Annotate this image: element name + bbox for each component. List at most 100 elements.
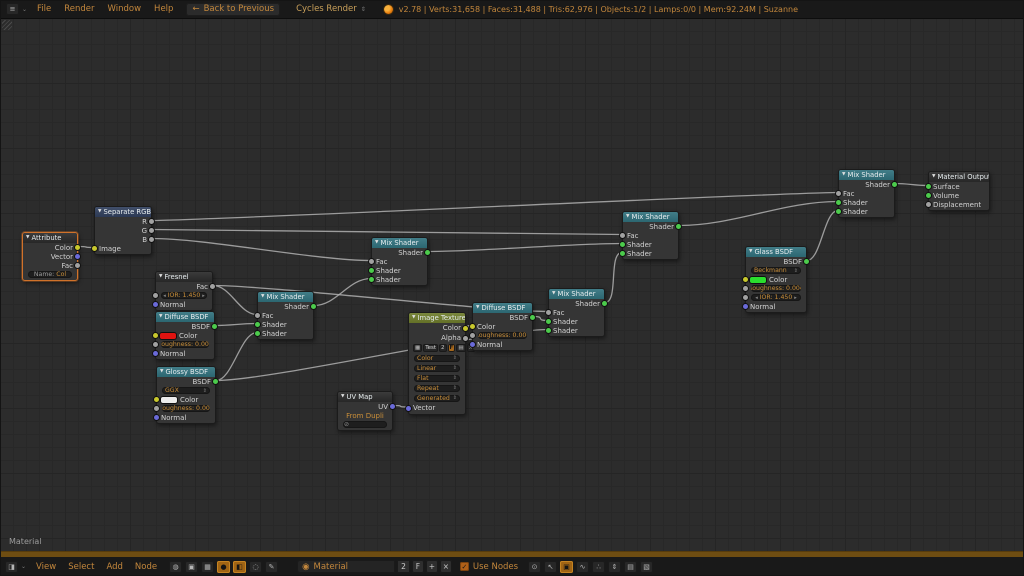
menu-file[interactable]: File [37,4,51,14]
slider-ior[interactable]: ◂IOR: 1.450▸ [751,294,801,301]
menu-select[interactable]: Select [68,562,94,572]
node-link[interactable] [215,324,257,326]
node-header[interactable]: ▼Attribute [23,233,77,243]
imagetex-alpha-socket[interactable] [463,336,468,341]
mixB-shader-socket[interactable] [425,250,430,255]
object-shader-icon[interactable]: ◧ [233,561,246,573]
uv-map-field[interactable]: ⊘ [343,421,387,428]
curve-overlay-icon[interactable]: ∿ [576,561,589,573]
glossy-normal-socket[interactable] [154,415,159,420]
mixB-shader-socket[interactable] [369,268,374,273]
collapse-icon[interactable]: ▼ [261,292,264,302]
fresnel-ior-socket[interactable] [153,293,158,298]
snap-icon[interactable]: ∴ [592,561,605,573]
fresnel-fac-socket[interactable] [210,284,215,289]
node-mixC[interactable]: ▼Mix ShaderShaderFacShaderShader [548,288,605,337]
glossy-color-socket[interactable] [154,397,159,402]
mixA-shader-socket[interactable] [255,322,260,327]
node-mixB[interactable]: ▼Mix ShaderShaderFacShaderShader [371,237,428,286]
copy-nodes-icon[interactable]: ▤ [624,561,637,573]
mixD-shader-socket[interactable] [676,224,681,229]
mixE-fac-socket[interactable] [836,191,841,196]
output-displacement-socket[interactable] [926,202,931,207]
editor-type-icon[interactable]: ≡ [6,3,19,15]
fake-user-button[interactable]: F [448,344,456,352]
slider-right-arrow-icon[interactable]: ▸ [792,295,799,301]
mixB-shader-socket[interactable] [369,277,374,282]
node-link[interactable] [807,211,838,261]
node-header[interactable]: ▼UV Map [338,392,392,402]
menu-view[interactable]: View [36,562,56,572]
dropdown-generated[interactable]: Generated⇕ [414,395,460,402]
mixA-fac-socket[interactable] [255,313,260,318]
glossy-roughness-socket[interactable] [154,406,159,411]
menu-help[interactable]: Help [154,4,173,14]
browse-image-icon[interactable]: ▤ [456,344,465,352]
dropdown-color[interactable]: Color⇕ [414,355,460,362]
node-link[interactable] [213,286,257,315]
image-name[interactable]: Test [423,344,438,352]
fake-user-button[interactable]: F [412,560,424,573]
glass-bsdf-socket[interactable] [804,259,809,264]
node-header[interactable]: ▼Diffuse BSDF [473,303,532,313]
render-engine-select[interactable]: Cycles Render ⇕ [296,4,366,14]
attribute-fac-socket[interactable] [75,263,80,268]
collapse-icon[interactable]: ▼ [375,238,378,248]
node-editor-canvas[interactable]: Material ▼AttributeColorVectorFacName:Co… [0,18,1024,551]
node-link[interactable] [216,333,257,381]
compositing-tree-icon[interactable]: ▣ [185,561,198,573]
mixA-shader-socket[interactable] [311,304,316,309]
node-link[interactable] [152,230,622,235]
from-dupli-label[interactable]: From Dupli [346,412,384,420]
node-header[interactable]: ▼Mix Shader [623,212,678,222]
collapse-icon[interactable]: ▼ [412,313,415,323]
glass-normal-socket[interactable] [743,304,748,309]
node-header[interactable]: ▼Glossy BSDF [157,367,215,377]
output-surface-socket[interactable] [926,184,931,189]
mixD-fac-socket[interactable] [620,233,625,238]
shader-tree-icon[interactable]: ◍ [169,561,182,573]
name-field[interactable]: Name:Col [28,271,72,278]
mixC-shader-socket[interactable] [602,301,607,306]
dropdown-linear[interactable]: Linear⇕ [414,365,460,372]
node-uvmap[interactable]: ▼UV MapUVFrom Dupli⊘ [337,391,393,431]
node-header[interactable]: ▼Image Texture [409,313,465,323]
material-name-field[interactable]: ◉ Material [297,560,395,573]
seprgb-g-socket[interactable] [149,228,154,233]
node-link[interactable] [428,244,622,252]
mixC-fac-socket[interactable] [546,310,551,315]
mixB-fac-socket[interactable] [369,259,374,264]
collapse-icon[interactable]: ▼ [842,170,845,180]
node-mixE[interactable]: ▼Mix ShaderShaderFacShaderShader [838,169,895,218]
collapse-icon[interactable]: ▼ [476,303,479,313]
linestyle-icon[interactable]: ✎ [265,561,278,573]
paste-nodes-icon[interactable]: ▧ [640,561,653,573]
node-header[interactable]: ▼Diffuse BSDF [156,312,214,322]
collapse-icon[interactable]: ▼ [26,233,29,243]
color-swatch[interactable] [161,397,177,403]
diffuse2-normal-socket[interactable] [470,342,475,347]
node-link[interactable] [895,184,928,186]
node-mixA[interactable]: ▼Mix ShaderShaderFacShaderShader [257,291,314,340]
collapse-icon[interactable]: ▼ [552,289,555,299]
world-shader-icon[interactable]: ◌ [249,561,262,573]
diffuse1-roughness-socket[interactable] [153,342,158,347]
go-to-parent-icon[interactable]: ↖ [544,561,557,573]
slider-roughness[interactable]: ◂Roughness: 0.000▸ [161,341,209,348]
diffuse2-roughness-socket[interactable] [470,333,475,338]
node-diffuse1[interactable]: ▼Diffuse BSDFBSDFColor◂Roughness: 0.000▸… [155,311,215,360]
seprgb-r-socket[interactable] [149,219,154,224]
collapse-icon[interactable]: ▼ [341,392,344,402]
node-header[interactable]: ▼Mix Shader [839,170,894,180]
use-nodes-checkbox[interactable]: ✓ [460,562,469,571]
backdrop-icon[interactable]: ▣ [560,561,573,573]
node-imagetex[interactable]: ▼Image TextureColorAlpha▦Test2F▤×Color⇕L… [408,312,466,415]
editor-type-icon[interactable]: ◨ [5,561,18,573]
diffuse1-bsdf-socket[interactable] [212,324,217,329]
mixE-shader-socket[interactable] [892,182,897,187]
diffuse1-normal-socket[interactable] [153,351,158,356]
snap-mode-icon[interactable]: ⇕ [608,561,621,573]
collapse-icon[interactable]: ▼ [626,212,629,222]
color-swatch[interactable] [750,277,766,283]
glass-ior-socket[interactable] [743,295,748,300]
